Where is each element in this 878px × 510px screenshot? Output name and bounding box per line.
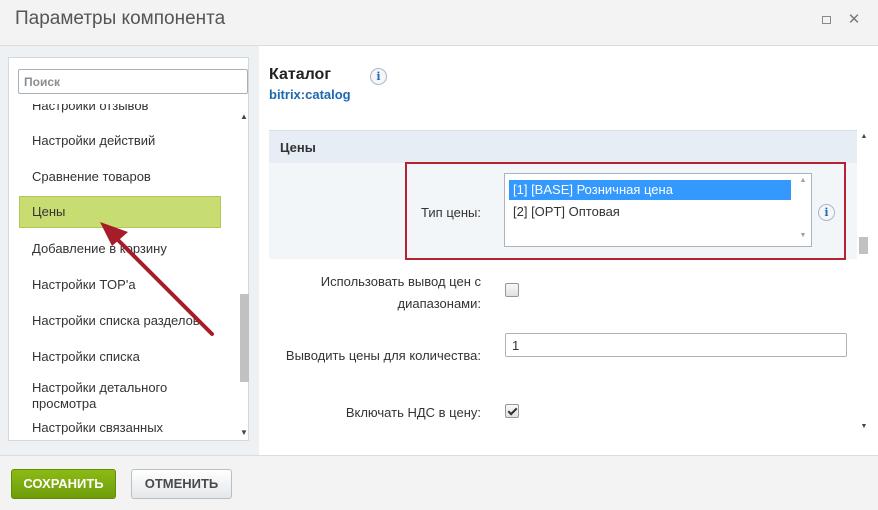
scroll-up-icon[interactable]: ▲ — [238, 112, 250, 124]
maximize-icon[interactable] — [818, 12, 834, 28]
vat-checkbox[interactable] — [505, 404, 519, 418]
component-title: Каталог — [269, 66, 331, 83]
close-icon[interactable]: ✕ — [846, 12, 862, 28]
use-ranges-checkbox[interactable] — [505, 283, 519, 297]
content-scrollbar[interactable]: ▲ ▼ — [857, 130, 871, 437]
settings-content-panel: Каталог i bitrix:catalog Цены Тип цены: … — [259, 46, 878, 455]
sidebar-scrollbar[interactable]: ▲ ▼ — [238, 104, 250, 440]
search-input[interactable] — [18, 69, 248, 94]
settings-groups-list: Настройки отзывов Настройки действий Сра… — [9, 104, 237, 440]
scrollbar-thumb[interactable] — [859, 237, 868, 254]
sidebar-item-list[interactable]: Настройки списка — [19, 349, 221, 365]
dialog-footer: СОХРАНИТЬ ОТМЕНИТЬ — [0, 455, 878, 510]
sidebar-item-top[interactable]: Настройки TOP'а — [19, 277, 221, 293]
quantity-input[interactable] — [505, 333, 847, 357]
scrollbar-thumb[interactable] — [240, 294, 249, 382]
scroll-up-icon[interactable]: ▲ — [858, 133, 870, 145]
sidebar-item-actions[interactable]: Настройки действий — [19, 133, 221, 149]
sidebar-item-add-to-cart[interactable]: Добавление в корзину — [19, 241, 221, 257]
cancel-button[interactable]: ОТМЕНИТЬ — [131, 469, 232, 499]
sidebar-item-related[interactable]: Настройки связанных — [19, 420, 221, 436]
scroll-down-icon[interactable]: ▼ — [238, 428, 250, 440]
highlight-frame — [405, 162, 846, 260]
use-ranges-label: Использовать вывод цен с диапазонами: — [320, 274, 481, 311]
quantity-label: Выводить цены для количества: — [285, 348, 481, 363]
vat-label: Включать НДС в цену: — [345, 405, 481, 420]
sidebar-item-detail[interactable]: Настройки детального просмотра — [19, 380, 199, 412]
sidebar-item-reviews[interactable]: Настройки отзывов — [19, 104, 221, 114]
component-code: bitrix:catalog — [269, 87, 351, 102]
save-button[interactable]: СОХРАНИТЬ — [11, 469, 116, 499]
dialog-body: Настройки отзывов Настройки действий Сра… — [0, 46, 878, 455]
scroll-down-icon[interactable]: ▼ — [858, 423, 870, 435]
sidebar-item-compare[interactable]: Сравнение товаров — [19, 169, 221, 185]
dialog-titlebar: Параметры компонента ✕ — [0, 0, 878, 46]
info-icon[interactable]: i — [370, 68, 387, 85]
sidebar-item-sections-list[interactable]: Настройки списка разделов — [19, 313, 221, 329]
dialog-title: Параметры компонента — [15, 8, 226, 29]
settings-groups-panel: Настройки отзывов Настройки действий Сра… — [8, 57, 249, 441]
sidebar-item-prices[interactable]: Цены — [19, 196, 221, 228]
section-header: Цены — [269, 130, 857, 163]
